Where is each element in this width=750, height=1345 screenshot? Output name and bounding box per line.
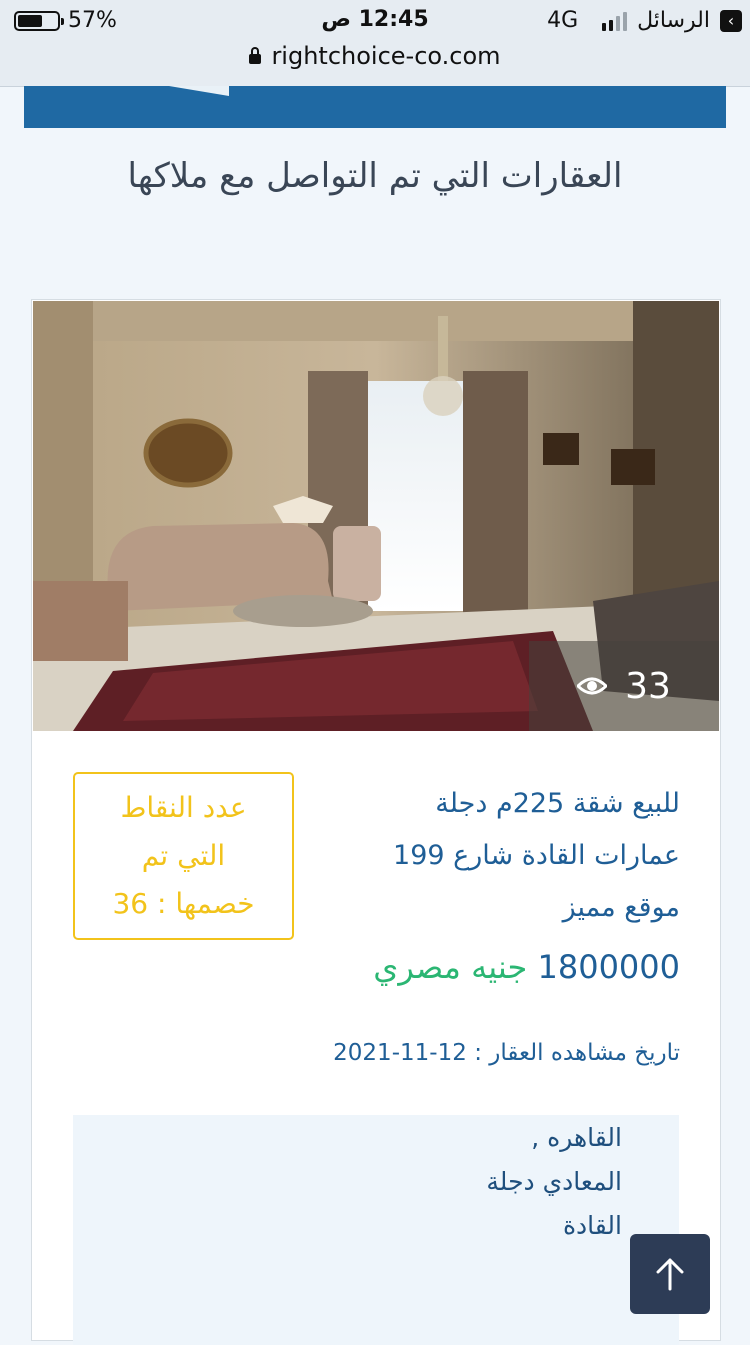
address-line: المعادي دجلة (486, 1167, 622, 1196)
points-line: التي تم (141, 839, 226, 872)
header-banner (24, 86, 726, 128)
signal-icon (602, 11, 628, 31)
page-title: العقارات التي تم التواصل مع ملاكها (127, 156, 623, 196)
property-price: 1800000 جنيه مصري (373, 948, 680, 986)
address-line: القاهره , (531, 1123, 622, 1152)
back-to-app[interactable]: 4G الرسائل ‹ (547, 8, 742, 33)
property-card[interactable]: 33 عدد النقاط التي تم خصمها : 36 للبيع ش… (31, 299, 721, 1345)
back-arrow-icon: ‹ (720, 9, 742, 32)
arrow-up-icon (656, 1258, 684, 1291)
title-line: موقع مميز (562, 892, 680, 923)
address-bar[interactable]: rightchoice-co.com (0, 42, 750, 70)
title-line: للبيع شقة 225م دجلة (435, 788, 680, 819)
points-line: عدد النقاط (120, 791, 247, 824)
view-count: 33 (625, 665, 671, 707)
network-type: 4G (547, 8, 579, 33)
property-title[interactable]: للبيع شقة 225م دجلة عمارات القادة شارع 1… (330, 778, 680, 934)
eye-icon (577, 675, 608, 697)
view-count-badge: 33 (529, 641, 719, 731)
url-text: rightchoice-co.com (271, 42, 501, 70)
title-line: عمارات القادة شارع 199 (393, 840, 680, 871)
scroll-to-top-button[interactable] (630, 1234, 710, 1314)
points-line: خصمها : 36 (112, 887, 255, 920)
address-line: القادة (562, 1211, 622, 1240)
property-address: القاهره , المعادي دجلة القادة (73, 1115, 679, 1345)
status-bar: 57% 12:45 ص 4G الرسائل ‹ rightchoice-co.… (0, 0, 750, 87)
lock-icon (249, 47, 262, 64)
view-date: تاريخ مشاهده العقار : 12-11-2021 (333, 1040, 680, 1066)
price-currency: جنيه مصري (373, 948, 528, 986)
points-deducted-box: عدد النقاط التي تم خصمها : 36 (73, 772, 294, 940)
back-app-label: الرسائل (637, 8, 710, 33)
price-amount: 1800000 (537, 948, 680, 986)
property-photo[interactable]: 33 (33, 301, 719, 731)
